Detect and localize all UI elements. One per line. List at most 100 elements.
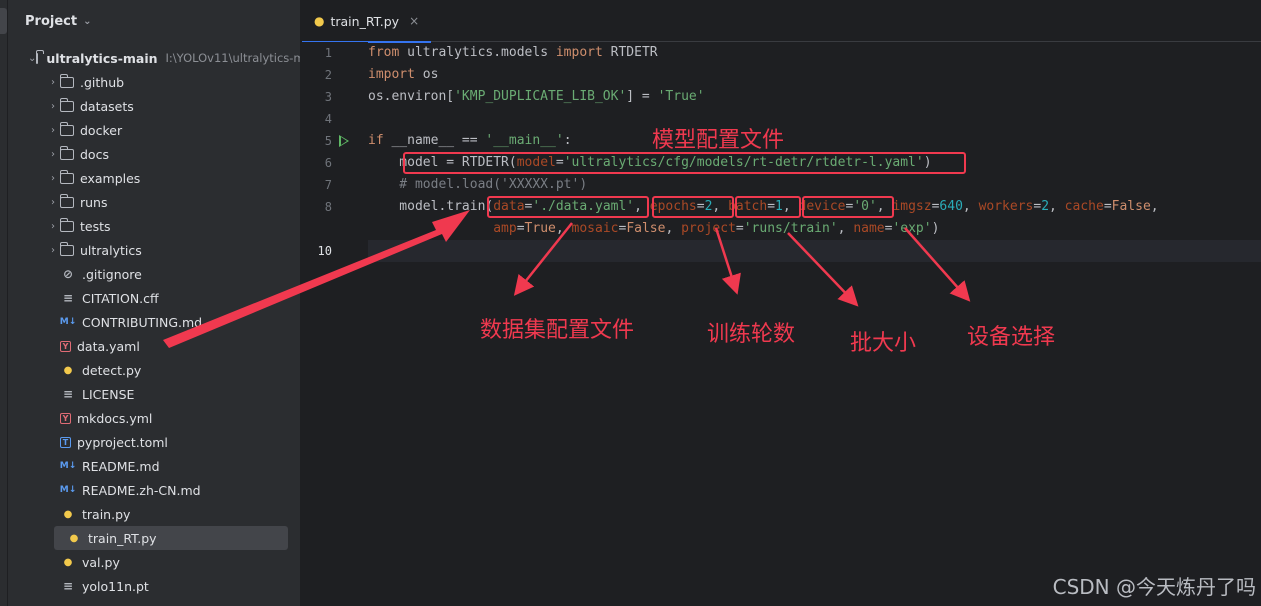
tree-item-runs[interactable]: › runs	[8, 190, 300, 214]
code-token: )	[931, 221, 940, 236]
tree-item-examples[interactable]: › examples	[8, 166, 300, 190]
code-token: './data.yaml'	[532, 199, 635, 214]
tree-item-label: train.py	[82, 506, 131, 522]
tree-item--github[interactable]: › .github	[8, 70, 300, 94]
code-token: workers	[978, 199, 1034, 214]
chevron-right-icon[interactable]: ›	[46, 77, 60, 88]
markdown-file-icon: M↓	[59, 461, 77, 471]
code-token: =	[555, 155, 564, 170]
tree-item-ultralytics[interactable]: › ultralytics	[8, 238, 300, 262]
code-token: =	[696, 199, 705, 214]
tree-item-label: examples	[80, 170, 141, 186]
tree-item-readme-md[interactable]: M↓ README.md	[8, 454, 300, 478]
code-line: os.environ['KMP_DUPLICATE_LIB_OK'] = 'Tr…	[368, 86, 1261, 108]
code-text-area[interactable]: from ultralytics.models import RTDETR imp…	[368, 42, 1261, 606]
project-panel: Project ⌄ ⌄ ultralytics-main I:\YOLOv11\…	[8, 0, 301, 606]
chevron-down-icon[interactable]: ⌄	[28, 53, 36, 64]
chevron-down-icon: ⌄	[83, 15, 92, 27]
code-token: '0'	[853, 199, 877, 214]
folder-icon	[59, 217, 74, 232]
tree-item-label: data.yaml	[77, 338, 140, 354]
tree-item-license[interactable]: ≡ LICENSE	[8, 382, 300, 406]
code-token: amp	[493, 221, 517, 236]
code-token: ,	[1049, 199, 1065, 214]
tree-item-detect-py[interactable]: ● detect.py	[8, 358, 300, 382]
tree-item--gitignore[interactable]: ⊘ .gitignore	[8, 262, 300, 286]
python-file-icon: ●	[314, 14, 325, 28]
code-token: 'runs/train'	[743, 221, 838, 236]
tab-train-rt-py[interactable]: ● train_RT.py ×	[302, 0, 432, 43]
project-panel-header[interactable]: Project ⌄	[8, 0, 300, 42]
code-token: ,	[782, 199, 799, 214]
tree-item-citation-cff[interactable]: ≡ CITATION.cff	[8, 286, 300, 310]
code-token: data	[493, 199, 525, 214]
chevron-right-icon[interactable]: ›	[46, 221, 60, 232]
line-number: 1	[324, 46, 332, 60]
chevron-right-icon[interactable]: ›	[46, 197, 60, 208]
line-number-gutter: 1 2 3 4 5 6 7 8 10	[302, 42, 368, 606]
code-token: ,	[555, 221, 572, 236]
yaml-file-icon: Y	[60, 340, 71, 352]
tree-item-label: yolo11n.pt	[82, 578, 149, 594]
chevron-right-icon[interactable]: ›	[46, 149, 60, 160]
tree-root-ultralytics-main[interactable]: ⌄ ultralytics-main I:\YOLOv11\ultralytic…	[8, 46, 300, 70]
tree-item-yolo11n-pt[interactable]: ≡ yolo11n.pt	[8, 574, 300, 598]
code-line: amp=True, mosaic=False, project='runs/tr…	[368, 218, 1261, 240]
code-token: 'exp'	[892, 221, 932, 236]
close-icon[interactable]: ×	[409, 14, 419, 28]
tree-item-train-rt-py[interactable]: ● train_RT.py	[54, 526, 288, 550]
project-tool-button[interactable]	[0, 8, 7, 34]
code-token: RTDETR	[602, 45, 658, 60]
chevron-right-icon[interactable]: ›	[46, 245, 60, 256]
code-line: import os	[368, 64, 1261, 86]
code-token: )	[923, 155, 932, 170]
tree-item-label: ultralytics	[80, 242, 142, 258]
line-number: 6	[324, 156, 332, 170]
code-line: model.train(data='./data.yaml', epochs=2…	[368, 196, 1261, 218]
code-token: from	[368, 45, 400, 60]
line-number: 8	[324, 200, 332, 214]
line-number: 4	[324, 112, 332, 126]
code-token: device	[798, 199, 846, 214]
tree-item-mkdocs-yml[interactable]: Ymkdocs.yml	[8, 406, 300, 430]
tree-item-label: README.md	[82, 458, 160, 474]
tree-item-tests[interactable]: › tests	[8, 214, 300, 238]
text-file-icon: ≡	[62, 291, 74, 305]
chevron-right-icon[interactable]: ›	[46, 173, 60, 184]
tree-item-label: docs	[80, 146, 109, 162]
text-file-icon: ≡	[62, 579, 74, 593]
tree-item-docs[interactable]: › docs	[8, 142, 300, 166]
tree-item-contributing-md[interactable]: M↓ CONTRIBUTING.md	[8, 310, 300, 334]
gitignore-file-icon: ⊘	[62, 267, 74, 281]
chevron-right-icon[interactable]: ›	[46, 125, 60, 136]
folder-icon	[59, 145, 74, 160]
tree-item-readme-zh-cn-md[interactable]: M↓ README.zh-CN.md	[8, 478, 300, 502]
tree-item-data-yaml[interactable]: Ydata.yaml	[8, 334, 300, 358]
tree-item-label: mkdocs.yml	[77, 410, 153, 426]
code-token: os	[414, 67, 439, 82]
run-icon[interactable]	[339, 135, 349, 147]
code-token: 'ultralytics/cfg/models/rt-detr/rtdetr-l…	[563, 155, 924, 170]
tree-item-datasets[interactable]: › datasets	[8, 94, 300, 118]
code-token: batch	[728, 199, 768, 214]
code-token: =	[1103, 199, 1112, 214]
code-token: =	[767, 199, 776, 214]
markdown-file-icon: M↓	[59, 485, 77, 495]
folder-icon	[59, 97, 74, 112]
code-token: '__main__'	[485, 133, 564, 148]
tree-item-label: runs	[80, 194, 108, 210]
code-token: # model.load('XXXXX.pt')	[368, 177, 588, 192]
folder-icon	[59, 121, 74, 136]
tree-item-pyproject-toml[interactable]: Tpyproject.toml	[8, 430, 300, 454]
chevron-right-icon[interactable]: ›	[46, 101, 60, 112]
code-token: 'KMP_DUPLICATE_LIB_OK'	[454, 89, 627, 104]
line-number: 3	[324, 90, 332, 104]
code-token: mosaic	[571, 221, 619, 236]
code-token: ,	[962, 199, 979, 214]
code-token: False	[1111, 199, 1151, 214]
tree-item-train-py[interactable]: ● train.py	[8, 502, 300, 526]
tree-item-val-py[interactable]: ● val.py	[8, 550, 300, 574]
tree-item-docker[interactable]: › docker	[8, 118, 300, 142]
